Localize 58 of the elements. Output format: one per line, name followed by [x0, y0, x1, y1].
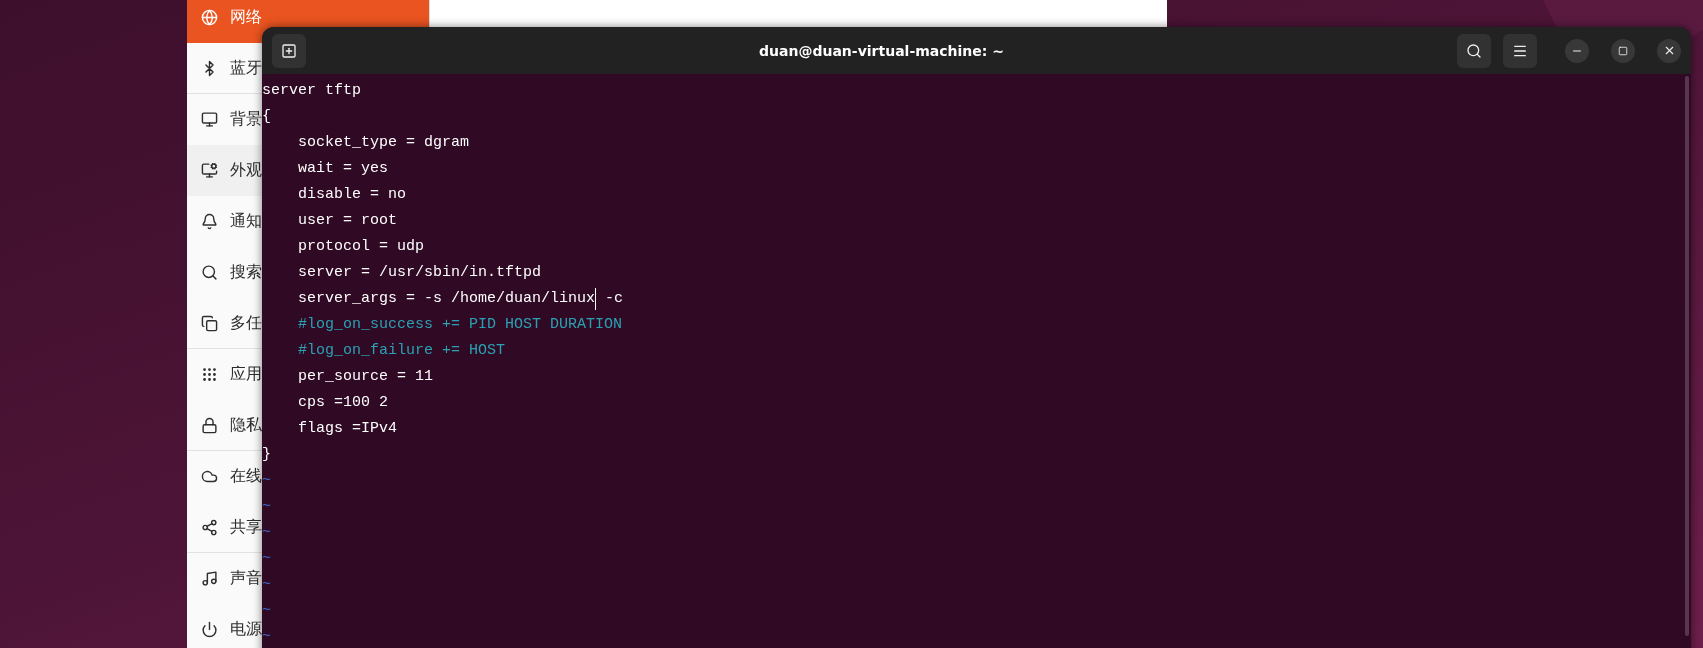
code-line: disable = no	[297, 185, 407, 205]
sidebar-item[interactable]: 多任	[187, 298, 262, 348]
sidebar-item[interactable]: 通知	[187, 196, 262, 246]
empty-line-marker: ~	[262, 497, 271, 517]
code-line: }	[262, 445, 271, 465]
code-line: server_args = -s /home/duan/linux	[297, 289, 596, 309]
scrollbar[interactable]	[1685, 76, 1689, 636]
code-line: protocol = udp	[297, 237, 425, 257]
empty-line-marker: ~	[262, 628, 271, 647]
code-line: wait = yes	[297, 159, 389, 179]
sidebar-item[interactable]: 隐私	[187, 400, 262, 450]
comment-line: #log_on_failure += HOST	[297, 341, 506, 361]
share-icon	[201, 518, 218, 536]
code-line: cps =100 2	[297, 393, 389, 413]
empty-line-marker: ~	[262, 549, 271, 569]
search-icon	[201, 263, 218, 281]
search-icon	[1466, 42, 1482, 59]
globe-icon	[201, 8, 218, 26]
empty-line-marker: ~	[262, 472, 271, 491]
new-tab-button[interactable]	[272, 33, 306, 68]
code-line: per_source = 11	[297, 367, 434, 387]
code-line: user = root	[297, 211, 398, 231]
window-title: duan@duan-virtual-machine: ~	[758, 42, 1005, 59]
sidebar-item[interactable]: 电源	[187, 604, 262, 648]
empty-line-marker: ~	[262, 575, 271, 595]
code-line: server tftp	[262, 81, 362, 101]
sidebar-item[interactable]: 蓝牙	[187, 43, 262, 93]
monitor-icon	[201, 161, 218, 179]
empty-line-marker: ~	[262, 601, 271, 621]
code-line: server = /usr/sbin/in.tftpd	[297, 263, 542, 283]
sidebar-item[interactable]: 共享	[187, 502, 262, 552]
comment-line: #log_on_success += PID HOST DURATION	[297, 315, 623, 335]
music-icon	[201, 569, 218, 587]
sidebar-item[interactable]: 背景	[187, 94, 262, 144]
grid-icon	[201, 365, 218, 383]
close-button[interactable]	[1657, 38, 1681, 63]
code-line: socket_type = dgram	[297, 133, 470, 153]
windows-icon	[201, 314, 218, 332]
lock-icon	[201, 416, 218, 434]
code-line: flags =IPv4	[297, 419, 398, 439]
empty-line-marker: ~	[262, 524, 271, 543]
code-line: {	[262, 107, 271, 125]
text-cursor	[595, 288, 597, 310]
sidebar-item[interactable]: 声音	[187, 553, 262, 603]
sidebar-item[interactable]: 外观	[187, 145, 262, 195]
sidebar-item[interactable]: 搜索	[187, 247, 262, 297]
sidebar-item[interactable]: 应用	[187, 349, 262, 399]
bell-icon	[201, 212, 218, 230]
plus-icon	[281, 42, 297, 59]
search-button[interactable]	[1457, 33, 1491, 68]
sidebar-item[interactable]: 在线	[187, 451, 262, 501]
code-text: -c	[604, 289, 624, 309]
maximize-icon	[1618, 45, 1628, 56]
minimize-button[interactable]	[1565, 38, 1589, 63]
power-icon	[201, 620, 218, 638]
maximize-button[interactable]	[1611, 38, 1635, 63]
menu-button[interactable]	[1503, 33, 1537, 68]
monitor-icon	[201, 110, 218, 128]
